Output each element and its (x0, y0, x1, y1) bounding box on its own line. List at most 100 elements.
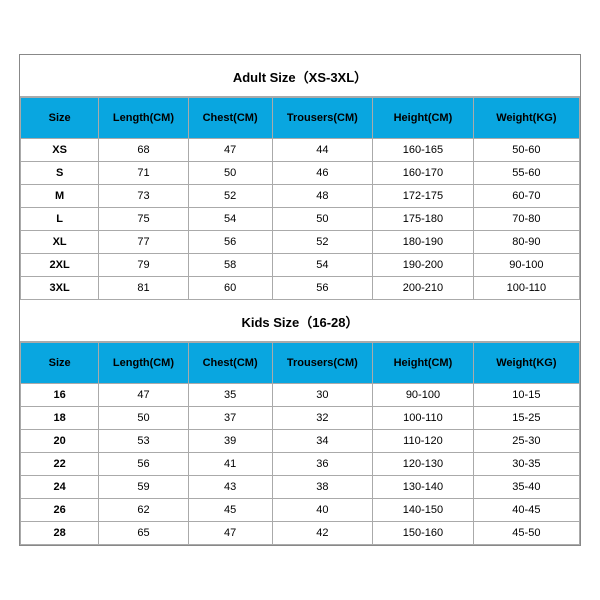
cell-chest: 37 (188, 407, 272, 430)
cell-height: 130-140 (373, 476, 474, 499)
cell-height: 175-180 (373, 208, 474, 231)
cell-length: 81 (99, 277, 188, 300)
cell-length: 65 (99, 522, 188, 545)
cell-weight: 35-40 (473, 476, 579, 499)
cell-length: 62 (99, 499, 188, 522)
cell-size: 22 (21, 453, 99, 476)
cell-size: 16 (21, 384, 99, 407)
cell-weight: 80-90 (473, 231, 579, 254)
cell-chest: 50 (188, 162, 272, 185)
header-row: SizeLength(CM)Chest(CM)Trousers(CM)Heigh… (21, 98, 580, 139)
cell-weight: 70-80 (473, 208, 579, 231)
cell-chest: 47 (188, 139, 272, 162)
cell-length: 50 (99, 407, 188, 430)
cell-size: 26 (21, 499, 99, 522)
table-row: 24594338130-14035-40 (21, 476, 580, 499)
adult-tbody: XS684744160-16550-60S715046160-17055-60M… (21, 139, 580, 300)
cell-length: 75 (99, 208, 188, 231)
cell-trousers: 50 (272, 208, 373, 231)
table-row: XS684744160-16550-60 (21, 139, 580, 162)
cell-chest: 60 (188, 277, 272, 300)
table-row: M735248172-17560-70 (21, 185, 580, 208)
cell-trousers: 32 (272, 407, 373, 430)
cell-weight: 100-110 (473, 277, 579, 300)
cell-trousers: 40 (272, 499, 373, 522)
cell-weight: 60-70 (473, 185, 579, 208)
kids-title: Kids Size（16-28） (20, 300, 580, 342)
cell-size: 20 (21, 430, 99, 453)
table-row: 2XL795854190-20090-100 (21, 254, 580, 277)
adult-thead: SizeLength(CM)Chest(CM)Trousers(CM)Heigh… (21, 98, 580, 139)
cell-length: 53 (99, 430, 188, 453)
kids-thead: SizeLength(CM)Chest(CM)Trousers(CM)Heigh… (21, 343, 580, 384)
table-row: L755450175-18070-80 (21, 208, 580, 231)
cell-size: 24 (21, 476, 99, 499)
col-header: Weight(KG) (473, 343, 579, 384)
cell-trousers: 38 (272, 476, 373, 499)
cell-trousers: 44 (272, 139, 373, 162)
cell-length: 77 (99, 231, 188, 254)
cell-size: 18 (21, 407, 99, 430)
col-header: Chest(CM) (188, 98, 272, 139)
cell-chest: 41 (188, 453, 272, 476)
table-row: 28654742150-16045-50 (21, 522, 580, 545)
col-header: Size (21, 98, 99, 139)
col-header: Length(CM) (99, 98, 188, 139)
cell-height: 160-170 (373, 162, 474, 185)
cell-height: 140-150 (373, 499, 474, 522)
cell-weight: 50-60 (473, 139, 579, 162)
cell-weight: 40-45 (473, 499, 579, 522)
adult-title: Adult Size（XS-3XL） (20, 55, 580, 97)
col-header: Length(CM) (99, 343, 188, 384)
col-header: Height(CM) (373, 343, 474, 384)
cell-weight: 25-30 (473, 430, 579, 453)
cell-length: 68 (99, 139, 188, 162)
cell-weight: 10-15 (473, 384, 579, 407)
table-row: 26624540140-15040-45 (21, 499, 580, 522)
table-row: 20533934110-12025-30 (21, 430, 580, 453)
cell-length: 79 (99, 254, 188, 277)
cell-height: 120-130 (373, 453, 474, 476)
kids-table: SizeLength(CM)Chest(CM)Trousers(CM)Heigh… (20, 342, 580, 545)
cell-length: 56 (99, 453, 188, 476)
cell-size: S (21, 162, 99, 185)
cell-size: 2XL (21, 254, 99, 277)
cell-trousers: 34 (272, 430, 373, 453)
kids-tbody: 1647353090-10010-1518503732100-11015-252… (21, 384, 580, 545)
cell-height: 160-165 (373, 139, 474, 162)
cell-size: 3XL (21, 277, 99, 300)
table-row: S715046160-17055-60 (21, 162, 580, 185)
cell-length: 59 (99, 476, 188, 499)
col-header: Size (21, 343, 99, 384)
cell-trousers: 56 (272, 277, 373, 300)
cell-trousers: 42 (272, 522, 373, 545)
cell-weight: 15-25 (473, 407, 579, 430)
table-row: 3XL816056200-210100-110 (21, 277, 580, 300)
cell-height: 150-160 (373, 522, 474, 545)
cell-size: XS (21, 139, 99, 162)
cell-chest: 56 (188, 231, 272, 254)
cell-chest: 47 (188, 522, 272, 545)
cell-height: 90-100 (373, 384, 474, 407)
cell-chest: 39 (188, 430, 272, 453)
col-header: Trousers(CM) (272, 98, 373, 139)
cell-size: 28 (21, 522, 99, 545)
cell-size: L (21, 208, 99, 231)
col-header: Chest(CM) (188, 343, 272, 384)
cell-height: 100-110 (373, 407, 474, 430)
cell-weight: 55-60 (473, 162, 579, 185)
cell-chest: 54 (188, 208, 272, 231)
col-header: Trousers(CM) (272, 343, 373, 384)
cell-trousers: 30 (272, 384, 373, 407)
cell-chest: 52 (188, 185, 272, 208)
cell-height: 190-200 (373, 254, 474, 277)
cell-trousers: 36 (272, 453, 373, 476)
cell-height: 200-210 (373, 277, 474, 300)
table-row: 18503732100-11015-25 (21, 407, 580, 430)
col-header: Height(CM) (373, 98, 474, 139)
cell-trousers: 52 (272, 231, 373, 254)
cell-chest: 45 (188, 499, 272, 522)
cell-weight: 30-35 (473, 453, 579, 476)
cell-trousers: 46 (272, 162, 373, 185)
cell-height: 172-175 (373, 185, 474, 208)
